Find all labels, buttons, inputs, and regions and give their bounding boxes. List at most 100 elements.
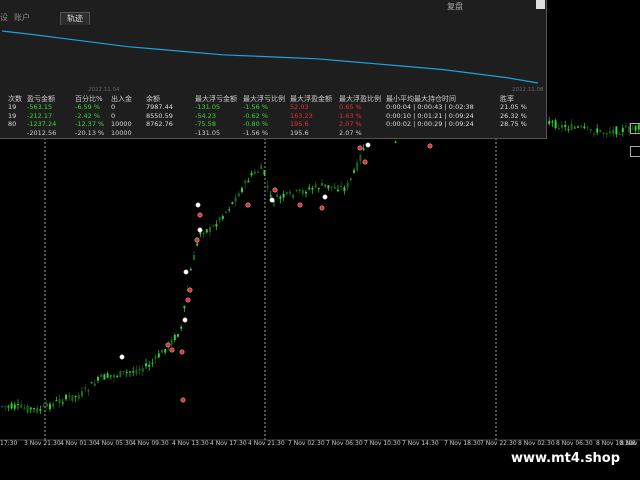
time-axis-label: 7 Nov 14:30 (402, 440, 439, 447)
total-cell-max-dd_pct: -1.56 % (243, 128, 269, 137)
trade-marker (169, 347, 175, 353)
trade-marker (365, 142, 371, 148)
time-axis-label: 4 Nov 05:30 (96, 440, 133, 447)
candle-body (189, 268, 192, 271)
total-cell-pct: -20.13 % (75, 128, 105, 137)
candle-body (340, 186, 343, 188)
candle-body (356, 162, 359, 171)
candle-body (548, 120, 551, 124)
candle-body (199, 232, 202, 235)
trade-marker (357, 145, 363, 151)
equity-end-date: 2022.11.08 (512, 87, 544, 93)
candle-body (90, 382, 93, 384)
candle-body (244, 180, 247, 184)
trade-marker (197, 212, 203, 218)
candle-body (205, 229, 208, 233)
candle-body (247, 180, 250, 183)
candle-body (29, 407, 32, 410)
candle-body (42, 405, 45, 407)
candle-body (113, 375, 115, 378)
candle-body (577, 126, 579, 128)
trade-marker (319, 205, 325, 211)
candle-body (333, 186, 336, 189)
candle-body (279, 196, 282, 199)
table-cell-count: 19 (8, 111, 17, 120)
candle-body (583, 126, 586, 129)
candle-body (93, 383, 96, 386)
trade-marker (269, 197, 275, 203)
chart-handle-box[interactable] (630, 123, 640, 134)
panel-close-button[interactable] (536, 0, 545, 9)
trade-marker (197, 227, 203, 233)
table-cell-max-dd_pct: -0.80 % (243, 120, 269, 128)
candle-body (618, 133, 621, 135)
time-axis-label: 7 Nov 10:30 (364, 440, 401, 447)
time-axis-label: 4 Nov 17:30 (210, 440, 247, 447)
candle-body (106, 373, 109, 378)
chart-handle-box[interactable] (630, 146, 640, 157)
total-cell-io: 10000 (111, 128, 132, 137)
candle-body (269, 195, 272, 197)
table-cell-io: 0 (111, 111, 116, 120)
time-axis-label: 4 Nov 21:30 (248, 440, 285, 447)
table-cell-balance: 8550.59 (146, 111, 173, 120)
candle-body (292, 194, 295, 198)
trade-marker (245, 202, 251, 208)
candle-body (183, 305, 186, 309)
time-axis-label: 7 Nov 06:30 (326, 440, 363, 447)
table-cell-max-fp_pct: 2.07 % (339, 120, 362, 128)
table-cell-io: 0 (111, 103, 116, 111)
candle-body (327, 185, 330, 189)
tab-settings[interactable]: 设 (0, 12, 8, 24)
candle-body (343, 187, 346, 191)
table-header-row: 次数 盈亏金额 百分比% 出入金 余额 最大浮亏金额 最大浮亏比例 最大浮盈金额… (0, 94, 546, 103)
candle-body (308, 187, 311, 190)
table-cell-win: 28.75 % (500, 120, 527, 128)
table-cell-pct: -12.37 % (75, 120, 105, 128)
table-cell-pct: -2.42 % (75, 111, 101, 120)
candle-body (55, 400, 58, 402)
table-cell-io: 10000 (111, 120, 132, 128)
candle-body (567, 129, 570, 131)
candle-body (295, 190, 298, 192)
candle-body (13, 404, 16, 409)
table-cell-pct: -6.59 % (75, 103, 101, 111)
table-cell-balance: 8762.76 (146, 120, 173, 128)
table-cell-balance: 7987.44 (146, 103, 173, 111)
candle-body (561, 124, 563, 128)
tab-trajectory[interactable]: 轨迹 (60, 12, 90, 25)
candle-body (161, 350, 163, 353)
candle-body (173, 334, 176, 341)
candle-body (58, 398, 61, 403)
candle-body (609, 131, 611, 134)
equity-start-date: 2022.11.04 (88, 87, 120, 93)
trade-marker (187, 287, 193, 293)
trade-marker (165, 342, 171, 348)
candle-body (596, 128, 599, 133)
candle-body (554, 120, 557, 128)
candle-body (202, 233, 205, 235)
candle-body (100, 374, 103, 377)
equity-curve-chart (1, 30, 539, 84)
trade-marker (180, 397, 186, 403)
candle-body (193, 255, 195, 260)
trade-marker (362, 159, 368, 165)
total-cell-max-fp: 195.6 (290, 128, 309, 137)
table-cell-max-dd_pct: -1.56 % (243, 103, 269, 111)
table-row: 19 -212.17 -2.42 % 0 8550.59 -54.23 -0.62 % 163… (0, 112, 546, 120)
candle-body (570, 123, 573, 130)
candle-body (276, 194, 279, 197)
table-cell-max-fp_pct: 0.65 % (339, 103, 362, 111)
replay-title: 复盘 (447, 2, 463, 11)
candle-body (103, 374, 106, 380)
candle-body (266, 185, 269, 188)
time-axis-label: 7 Nov 18:30 (444, 440, 481, 447)
candle-body (26, 406, 29, 413)
panel-tabs: 设 账户 轨迹 (0, 12, 546, 25)
tab-account[interactable]: 账户 (14, 12, 30, 24)
candle-body (151, 362, 154, 364)
candle-body (282, 193, 285, 198)
candle-body (81, 391, 83, 397)
candle-body (87, 389, 90, 392)
candle-body (20, 404, 23, 408)
